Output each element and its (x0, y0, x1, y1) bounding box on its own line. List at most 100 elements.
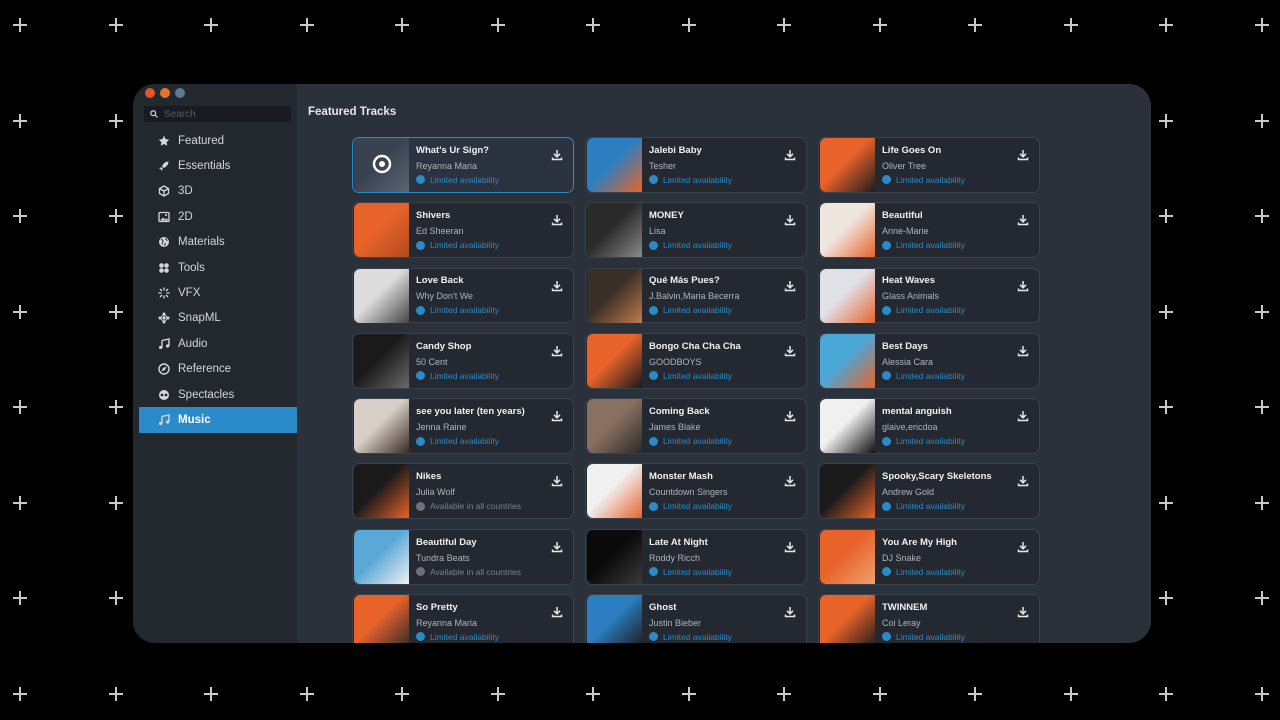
plus-mark (586, 18, 600, 32)
track-info: You Are My High DJ Snake Limited availabil… (882, 537, 1031, 577)
sidebar-item-music[interactable]: Music (139, 407, 297, 433)
download-icon[interactable] (784, 279, 796, 291)
track-card[interactable]: Heat Waves Glass Animals Limited availabil… (818, 267, 1040, 324)
track-card[interactable]: Shivers Ed Sheeran Limited availability (352, 202, 574, 259)
download-icon[interactable] (551, 213, 563, 226)
track-card[interactable]: Beautiful Day Tundra Beats Available in al… (352, 528, 574, 585)
download-icon[interactable] (1017, 605, 1029, 618)
download-icon[interactable] (1017, 540, 1029, 553)
availability-status: Limited availability (649, 501, 798, 511)
sidebar-item-label: SnapML (178, 312, 221, 325)
search-input[interactable]: Search (144, 106, 291, 122)
track-artist: Why Don't We (416, 291, 474, 302)
sidebar-item-audio[interactable]: Audio (139, 331, 297, 356)
sidebar-item-tools[interactable]: Tools (139, 255, 297, 280)
track-card[interactable]: Monster Mash Countdown Singers Limited ava… (585, 463, 807, 520)
track-card[interactable]: Nikes Julia Wolf Available in all countrie… (352, 463, 574, 520)
track-card[interactable]: Best Days Alessia Cara Limited availabilit… (818, 332, 1040, 389)
sidebar-item-featured[interactable]: Featured (139, 128, 297, 153)
download-icon[interactable] (1017, 213, 1029, 226)
compass-icon (157, 363, 170, 376)
download-icon[interactable] (784, 344, 796, 357)
album-art (354, 203, 409, 258)
globe-icon (416, 632, 425, 642)
download-icon[interactable] (551, 148, 563, 161)
download-icon[interactable] (1017, 344, 1029, 357)
track-card[interactable]: Ghost Justin Bieber Limited availability (585, 594, 807, 643)
tools-icon (157, 261, 170, 274)
download-icon[interactable] (784, 540, 796, 553)
track-card[interactable]: Qué Más Pues? J.Balvin,Maria Becerra Limit… (585, 267, 807, 324)
track-card[interactable]: Spooky,Scary Skeletons Andrew Gold Limited… (818, 463, 1040, 520)
track-card[interactable]: Coming Back James Blake Limited availabili… (585, 398, 807, 454)
download-icon[interactable] (551, 540, 563, 553)
plus-mark (109, 18, 123, 32)
download-icon[interactable] (1017, 474, 1029, 487)
download-icon[interactable] (1017, 279, 1029, 291)
download-icon[interactable] (784, 474, 796, 487)
plus-mark (1255, 591, 1269, 605)
track-card[interactable]: Beautiful Anne-Marie Limited availability (818, 202, 1040, 259)
download-icon[interactable] (784, 605, 796, 618)
track-card[interactable]: Love Back Why Don't We Limited availabilit… (352, 267, 574, 324)
availability-label: Limited availability (663, 174, 732, 185)
close-window-button[interactable] (145, 88, 155, 98)
sidebar-item-spectacles[interactable]: Spectacles (139, 382, 297, 407)
track-card[interactable]: Bongo Cha Cha Cha GOODBOYS Limited availab… (585, 332, 807, 389)
track-title: Late At Night (649, 536, 708, 548)
track-card[interactable]: Life Goes On Oliver Tree Limited availabil… (818, 137, 1040, 193)
download-icon[interactable] (551, 605, 563, 618)
sidebar-item-reference[interactable]: Reference (139, 357, 297, 382)
track-info: Love Back Why Don't We Limited availabilit… (416, 275, 565, 315)
play-icon[interactable] (354, 138, 409, 192)
track-card[interactable]: TWINNEM Coi Leray Limited availability (818, 594, 1040, 643)
sidebar-item-label: Music (178, 413, 211, 426)
track-card[interactable]: You Are My High DJ Snake Limited availabil… (818, 528, 1040, 585)
track-card[interactable]: Jalebi Baby Tesher Limited availability (585, 137, 807, 193)
plus-mark (109, 687, 123, 701)
plus-mark (1064, 18, 1078, 32)
sidebar-item-2d[interactable]: 2D (139, 204, 297, 229)
plus-mark (300, 18, 314, 32)
download-icon[interactable] (551, 409, 563, 422)
download-icon[interactable] (1017, 409, 1029, 422)
album-art (820, 594, 875, 643)
sidebar-item-snapml[interactable]: SnapML (139, 306, 297, 331)
sidebar-item-label: Materials (178, 236, 225, 249)
availability-status: Limited availability (882, 371, 1031, 381)
track-artist: Alessia Cara (882, 356, 934, 367)
track-title: MONEY (649, 210, 684, 222)
track-title: Spooky,Scary Skeletons (882, 471, 992, 483)
download-icon[interactable] (551, 344, 563, 357)
maximize-window-button[interactable] (175, 88, 185, 98)
availability-label: Limited availability (430, 370, 499, 381)
track-card[interactable]: What's Ur Sign? Reyanna Maria Limited avai… (352, 137, 574, 193)
plus-mark (777, 18, 791, 32)
track-title: Coming Back (649, 406, 710, 418)
track-artist: Countdown Singers (649, 487, 728, 498)
download-icon[interactable] (784, 213, 796, 226)
minimize-window-button[interactable] (160, 88, 170, 98)
sidebar-item-vfx[interactable]: VFX (139, 280, 297, 305)
plus-mark (204, 687, 218, 701)
download-icon[interactable] (551, 474, 563, 487)
sidebar-item-3d[interactable]: 3D (139, 179, 297, 204)
sidebar-item-materials[interactable]: Materials (139, 230, 297, 255)
availability-label: Limited availability (430, 240, 499, 251)
availability-status: Limited availability (416, 632, 565, 642)
download-icon[interactable] (784, 409, 796, 422)
track-card[interactable]: mental anguish glaive,ericdoa Limited avai… (818, 398, 1040, 454)
track-card[interactable]: see you later (ten years) Jenna Raine Limi… (352, 398, 574, 454)
track-card[interactable]: Candy Shop 50 Cent Limited availability (352, 332, 574, 389)
availability-label: Limited availability (663, 305, 732, 316)
download-icon[interactable] (1017, 148, 1029, 161)
globe-icon (649, 305, 658, 315)
track-card[interactable]: Late At Night Roddy Ricch Limited availabi… (585, 528, 807, 585)
track-card[interactable]: MONEY Lisa Limited availability (585, 202, 807, 259)
track-title: Life Goes On (882, 144, 942, 156)
download-icon[interactable] (784, 148, 796, 161)
availability-status: Limited availability (416, 305, 565, 315)
sidebar-item-essentials[interactable]: Essentials (139, 153, 297, 178)
download-icon[interactable] (551, 279, 563, 291)
track-card[interactable]: So Pretty Reyanna Maria Limited availabili… (352, 594, 574, 643)
